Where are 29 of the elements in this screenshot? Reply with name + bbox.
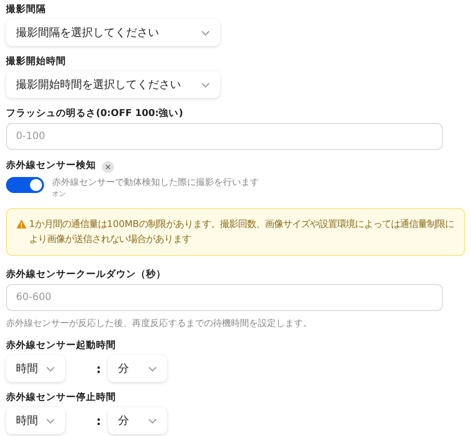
time-separator: : [95,414,101,428]
select-field[interactable]: 撮影間隔を選択してください [6,19,220,46]
chevron-down-icon [148,418,157,424]
warning-icon [16,219,27,229]
chevron-down-icon [201,82,210,88]
field-label: 撮影間隔 [6,3,46,17]
field-label: 赤外線センサー起動時間 [6,339,116,353]
field-label: 赤外線センサー検知 [6,159,96,173]
field-label: 撮影開始時間 [6,55,66,69]
chevron-down-icon [46,366,55,372]
field-label: 赤外線センサー停止時間 [6,391,116,405]
field-label: フラッシュの明るさ(0:OFF 100:強い) [6,107,184,121]
input-field[interactable]: 60-600 [6,284,443,311]
chevron-down-icon [201,30,210,36]
help-text: 赤外線センサーが反応した後、再度反応するまでの待機時間を設定します。 [6,318,312,330]
minute-select[interactable]: 分 [108,355,167,382]
chevron-down-icon [46,418,55,424]
minute-select[interactable]: 分 [108,407,167,434]
time-separator: : [95,362,101,376]
toggle-description: 赤外線センサーで動体検知した際に撮影を行います [52,177,259,189]
warning-text: 1か月間の通信量は100MBの制限があります。撮影回数、画像サイズや設置環境によっては通信量制限により画像が送信されない場合があります [29,218,455,247]
select-field[interactable]: 撮影開始時間を選択してください [6,71,220,98]
clear-icon[interactable] [102,161,114,173]
hour-select[interactable]: 時間 [6,355,65,382]
chevron-down-icon [148,366,157,372]
hour-select[interactable]: 時間 [6,407,65,434]
input-field[interactable]: 0-100 [6,123,443,150]
toggle-switch[interactable] [6,177,44,193]
field-label: 赤外線センサークールダウン（秒） [6,268,166,282]
